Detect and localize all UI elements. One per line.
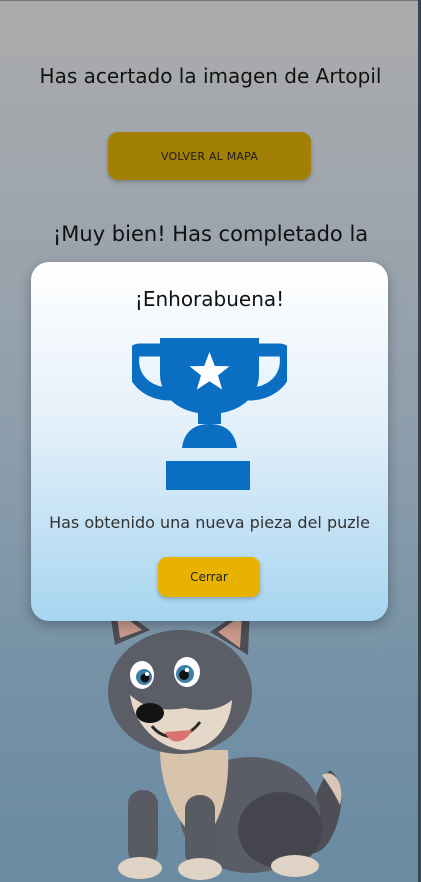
result-headline: Has acertado la imagen de Artopil [39,64,382,88]
dialog-title: ¡Enhorabuena! [134,287,285,311]
reward-dialog: ¡Enhorabuena! Has obtenido una nueva pie… [31,262,388,621]
top-border [0,0,421,1]
wolf-cub-illustration [108,600,342,880]
close-button[interactable]: Cerrar [158,557,260,597]
back-to-map-button[interactable]: VOLVER AL MAPA [108,132,311,180]
completed-message: ¡Muy bien! Has completado la [52,222,369,246]
dialog-message: Has obtenido una nueva pieza del puzle [49,513,370,532]
trophy-icon [132,338,287,490]
app-screen: Has acertado la imagen de Artopil VOLVER… [0,0,421,882]
